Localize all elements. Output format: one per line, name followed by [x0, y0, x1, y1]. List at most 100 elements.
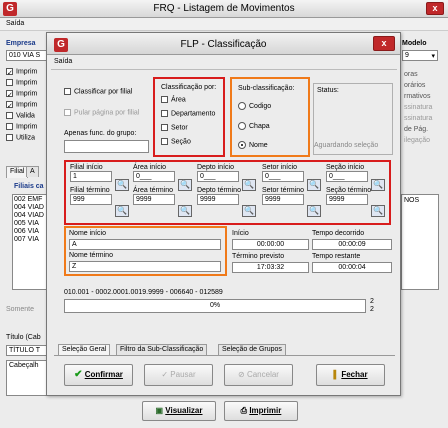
- menu-saida[interactable]: Saída: [6, 20, 24, 27]
- filial-inicio-field[interactable]: 1: [70, 171, 112, 182]
- secao-termino-field[interactable]: 9999: [326, 194, 368, 205]
- nome-inicio-field[interactable]: A: [69, 239, 221, 250]
- checkbox[interactable]: [161, 138, 168, 145]
- parent-menu-bar: Saída: [0, 18, 448, 31]
- tab-selecao-grupos[interactable]: Seleção de Grupos: [218, 344, 286, 355]
- nome-termino-field[interactable]: Z: [69, 261, 221, 272]
- option-label: Seção: [171, 138, 191, 146]
- checkbox[interactable]: [161, 96, 168, 103]
- pular-pagina-option: Pular página por filial: [64, 109, 139, 116]
- search-icon[interactable]: 🔍: [371, 179, 385, 191]
- list-item[interactable]: 004 VIAD: [14, 212, 46, 220]
- visualizar-label: Visualizar: [165, 406, 203, 415]
- list-item[interactable]: 006 VIA: [14, 228, 46, 236]
- cancelar-button[interactable]: ⊘ Cancelar: [224, 364, 293, 386]
- checkbox[interactable]: [6, 134, 13, 141]
- empresa-field[interactable]: 010 VIA S: [6, 50, 48, 61]
- classificar-filial-label: Classificar por filial: [74, 88, 133, 96]
- printer-icon: ⎙: [240, 406, 248, 415]
- filial-termino-field[interactable]: 999: [70, 194, 112, 205]
- depto-inicio-field[interactable]: 0___: [197, 171, 239, 182]
- close-icon[interactable]: x: [426, 2, 444, 15]
- classificacao-option-secao[interactable]: Seção: [161, 138, 191, 145]
- cabecalho-text: Cabeçalh: [9, 362, 39, 369]
- subclass-option-codigo[interactable]: Codigo: [238, 102, 271, 110]
- range-area: Área início 0___ 🔍 Área término 9999 🔍: [133, 164, 195, 219]
- subclass-option-nome[interactable]: Nome: [238, 141, 268, 149]
- radio-button[interactable]: [238, 102, 246, 110]
- area-inicio-field[interactable]: 0___: [133, 171, 175, 182]
- checkbox[interactable]: [161, 124, 168, 131]
- secao-inicio-field[interactable]: 0___: [326, 171, 368, 182]
- fechar-button[interactable]: ▌ Fechar: [316, 364, 385, 386]
- search-icon[interactable]: 🔍: [307, 205, 321, 217]
- option-text: de Pág.: [404, 126, 429, 133]
- modelo-select[interactable]: 9 ▾: [402, 50, 438, 61]
- radio-button[interactable]: [238, 141, 246, 149]
- search-icon[interactable]: 🔍: [307, 179, 321, 191]
- imprimir-button[interactable]: ⎙ Imprimir: [224, 401, 298, 421]
- count-top: 2: [370, 298, 374, 305]
- visualizar-button[interactable]: ▣ Visualizar: [142, 401, 216, 421]
- search-icon[interactable]: 🔍: [242, 205, 256, 217]
- checkbox[interactable]: [6, 79, 13, 86]
- checkbox[interactable]: [6, 112, 13, 119]
- checkbox[interactable]: [6, 123, 13, 130]
- checkbox[interactable]: ✓: [6, 90, 13, 99]
- empresa-label: Empresa: [6, 40, 36, 47]
- area-inicio-label: Área início: [133, 164, 167, 171]
- tab-a[interactable]: A: [26, 166, 39, 177]
- area-termino-field[interactable]: 9999: [133, 194, 175, 205]
- classificar-filial-option[interactable]: Classificar por filial: [64, 88, 132, 95]
- list-item[interactable]: 002 EMF: [14, 196, 46, 204]
- nome-range-group: Nome início A Nome término Z: [64, 226, 227, 276]
- cabecalho-field[interactable]: Cabeçalh: [6, 360, 48, 396]
- filial-inicio-label: Filial início: [70, 164, 103, 171]
- tab-filtro-subclassificacao[interactable]: Filtro da Sub-Classificação: [116, 344, 208, 355]
- range-secao: Seção início 0___ 🔍 Seção término 9999 🔍: [326, 164, 388, 219]
- parent-check-list: ✓ Imprim Imprim ✓ Imprim ✓ Imprim Valida Im…: [6, 68, 37, 145]
- close-icon[interactable]: x: [373, 36, 395, 51]
- dialog-menu-saida[interactable]: Saída: [54, 58, 72, 65]
- confirmar-button[interactable]: ✔ Confirmar: [64, 364, 133, 386]
- checkbox[interactable]: ✓: [6, 101, 13, 110]
- titulo-field[interactable]: TÍTULO T: [6, 345, 48, 356]
- grupo-field[interactable]: [64, 140, 149, 153]
- dialog-title: FLP - Classificação: [180, 39, 267, 50]
- door-icon: ▌: [333, 370, 340, 379]
- search-icon[interactable]: 🔍: [115, 179, 129, 191]
- classificacao-option-setor[interactable]: Setor: [161, 124, 188, 131]
- inicio-value: 00:00:00: [232, 239, 309, 250]
- option-label: Chapa: [249, 122, 270, 130]
- radio-button[interactable]: [238, 122, 246, 130]
- setor-inicio-field[interactable]: 0___: [262, 171, 304, 182]
- search-icon[interactable]: 🔍: [242, 179, 256, 191]
- restante-label: Tempo restante: [312, 253, 361, 260]
- check-label: Imprim: [16, 68, 38, 76]
- setor-termino-field[interactable]: 9999: [262, 194, 304, 205]
- search-icon[interactable]: 🔍: [178, 205, 192, 217]
- filiais-list[interactable]: 002 EMF 004 VIAD 004 VIAD 005 VIA 006 VI…: [12, 194, 48, 290]
- classificacao-option-departamento[interactable]: Departamento: [161, 110, 215, 117]
- decorrido-label: Tempo decorrido: [312, 230, 365, 237]
- depto-termino-field[interactable]: 9999: [197, 194, 239, 205]
- classificacao-option-area[interactable]: Área: [161, 96, 186, 103]
- search-icon[interactable]: 🔍: [178, 179, 192, 191]
- check-label: Utiliza: [16, 134, 36, 142]
- subclass-option-chapa[interactable]: Chapa: [238, 122, 270, 130]
- progress-path: 010.001 - 0002.0001.0019.9999 - 006640 -…: [64, 289, 223, 296]
- list-item[interactable]: 007 VIA: [14, 236, 46, 244]
- setor-inicio-label: Setor início: [262, 164, 298, 171]
- check-label: Imprim: [16, 123, 38, 131]
- checkbox[interactable]: [64, 88, 71, 95]
- checkbox[interactable]: ✓: [6, 68, 13, 77]
- list-item[interactable]: 004 VIAD: [14, 204, 46, 212]
- check-icon: ✔: [74, 369, 83, 380]
- list-item[interactable]: 005 VIA: [14, 220, 46, 228]
- checkbox[interactable]: [161, 110, 168, 117]
- pausar-button[interactable]: ✓ Pausar: [144, 364, 213, 386]
- option-label: Departamento: [171, 110, 216, 118]
- imprimir-label: Imprimir: [249, 406, 282, 415]
- search-icon[interactable]: 🔍: [115, 205, 129, 217]
- search-icon[interactable]: 🔍: [371, 205, 385, 217]
